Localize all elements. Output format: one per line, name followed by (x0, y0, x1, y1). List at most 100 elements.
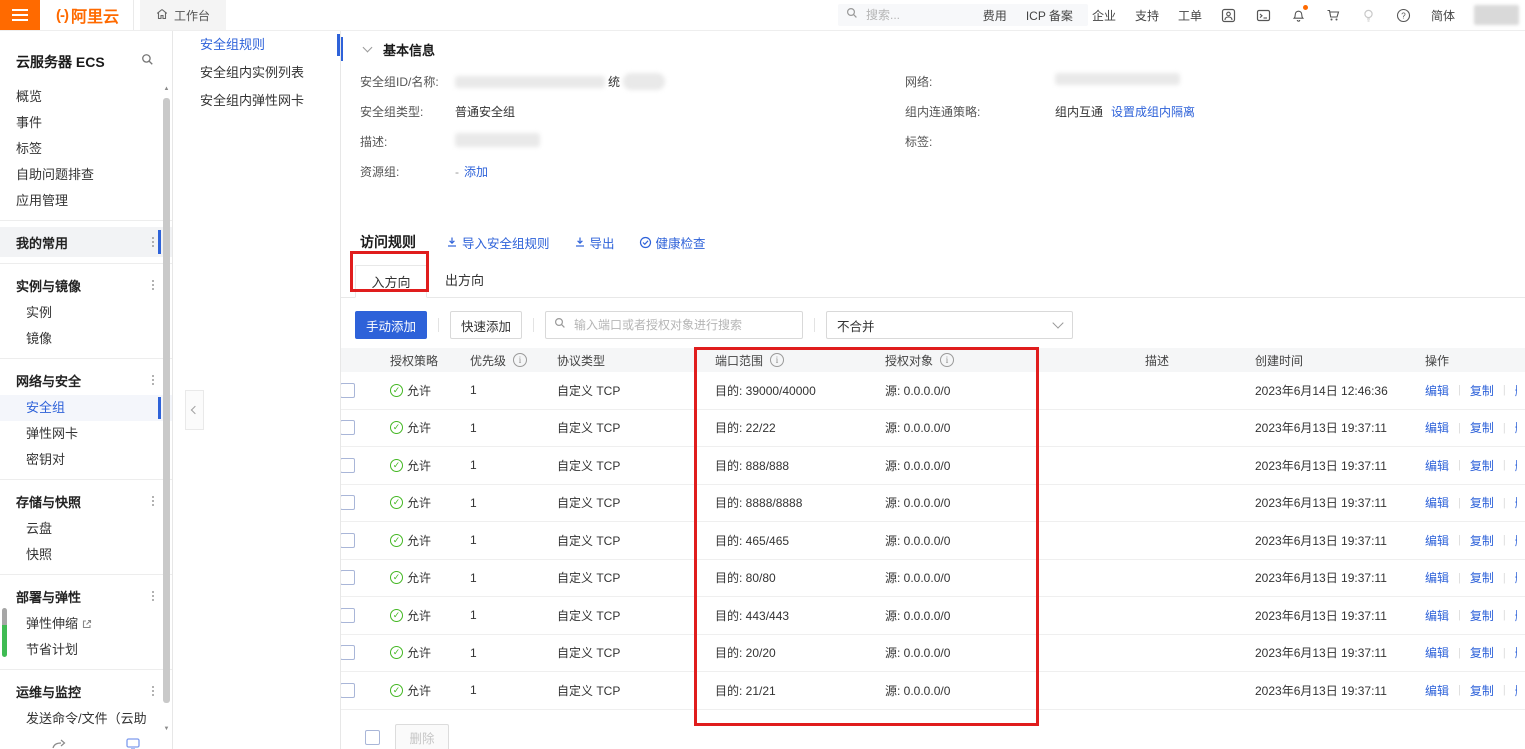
topbar-nav-item[interactable]: 支持 (1135, 7, 1159, 24)
tab-outbound[interactable]: 出方向 (445, 264, 484, 297)
row-action-复制[interactable]: 复制 (1470, 382, 1494, 399)
scroll-up-icon[interactable]: ▲ (162, 85, 171, 93)
monitor-icon[interactable] (126, 737, 140, 749)
sidebar-section-网络与安全[interactable]: 网络与安全 (0, 365, 172, 395)
more-options-icon[interactable] (152, 284, 154, 286)
row-checkbox[interactable] (340, 383, 355, 398)
sidebar-item-实例[interactable]: 实例 (0, 300, 172, 326)
merge-mode-select[interactable]: 不合并 (826, 311, 1073, 339)
language-switch[interactable]: 简体 (1431, 7, 1455, 24)
sidebar-section-实例与镜像[interactable]: 实例与镜像 (0, 270, 172, 300)
row-action-删除[interactable]: 删除 (1515, 382, 1517, 399)
row-action-编辑[interactable]: 编辑 (1425, 382, 1449, 399)
row-checkbox[interactable] (340, 683, 355, 698)
row-action-删除[interactable]: 删除 (1515, 419, 1517, 436)
export-rules-link[interactable]: 导出 (574, 233, 615, 252)
row-action-删除[interactable]: 删除 (1515, 682, 1517, 699)
batch-delete-button[interactable]: 删除 (395, 724, 449, 749)
row-action-复制[interactable]: 复制 (1470, 682, 1494, 699)
terminal-icon[interactable] (1256, 7, 1272, 23)
subnav-item-安全组内实例列表[interactable]: 安全组内实例列表 (172, 60, 340, 86)
manual-add-button[interactable]: 手动添加 (355, 311, 427, 339)
row-action-编辑[interactable]: 编辑 (1425, 569, 1449, 586)
subnav-item-安全组内弹性网卡[interactable]: 安全组内弹性网卡 (172, 88, 340, 114)
topbar-nav-item[interactable]: 费用 (983, 7, 1007, 24)
topbar-nav-item[interactable]: ICP 备案 (1026, 7, 1073, 24)
add-resource-group-link[interactable]: 添加 (464, 163, 488, 180)
row-action-复制[interactable]: 复制 (1470, 569, 1494, 586)
row-action-编辑[interactable]: 编辑 (1425, 532, 1449, 549)
sidebar-item-发送命令/文件（云助手）[interactable]: 发送命令/文件（云助手） (0, 706, 172, 734)
sidebar-item-弹性网卡[interactable]: 弹性网卡 (0, 421, 172, 447)
sidebar-item-快照[interactable]: 快照 (0, 542, 172, 568)
sidebar-scrollbar[interactable]: ▲ ▼ (162, 85, 171, 733)
sidebar-item-应用管理[interactable]: 应用管理 (0, 188, 172, 214)
set-isolation-link[interactable]: 设置成组内隔离 (1111, 103, 1195, 120)
row-action-复制[interactable]: 复制 (1470, 419, 1494, 436)
sidebar-collapse-handle[interactable] (185, 390, 204, 430)
row-action-编辑[interactable]: 编辑 (1425, 644, 1449, 661)
sidebar-section-存储与快照[interactable]: 存储与快照 (0, 486, 172, 516)
row-checkbox[interactable] (340, 533, 355, 548)
select-all-checkbox[interactable] (365, 730, 380, 745)
info-icon[interactable]: i (513, 353, 527, 367)
sidebar-item-概览[interactable]: 概览 (0, 84, 172, 110)
rule-search-input[interactable] (572, 317, 794, 333)
row-action-编辑[interactable]: 编辑 (1425, 457, 1449, 474)
row-checkbox[interactable] (340, 608, 355, 623)
cart-icon[interactable] (1326, 7, 1342, 23)
row-action-编辑[interactable]: 编辑 (1425, 607, 1449, 624)
info-icon[interactable]: i (940, 353, 954, 367)
topbar-nav-item[interactable]: 企业 (1092, 7, 1116, 24)
row-action-删除[interactable]: 删除 (1515, 644, 1517, 661)
row-action-复制[interactable]: 复制 (1470, 644, 1494, 661)
help-icon[interactable]: ? (1396, 7, 1412, 23)
share-arrow-icon[interactable] (52, 737, 66, 749)
sidebar-section-部署与弹性[interactable]: 部署与弹性 (0, 581, 172, 611)
scrollbar-thumb[interactable] (163, 98, 170, 703)
row-checkbox[interactable] (340, 495, 355, 510)
tab-inbound[interactable]: 入方向 (355, 265, 427, 298)
collapse-section-icon[interactable] (363, 43, 373, 53)
row-action-删除[interactable]: 删除 (1515, 457, 1517, 474)
sidebar-item-弹性伸缩[interactable]: 弹性伸缩 (0, 611, 172, 637)
sidebar-item-云盘[interactable]: 云盘 (0, 516, 172, 542)
more-options-icon[interactable] (152, 690, 154, 692)
notification-bell-icon[interactable] (1291, 7, 1307, 23)
sidebar-item-节省计划[interactable]: 节省计划 (0, 637, 172, 663)
import-rules-link[interactable]: 导入安全组规则 (446, 233, 550, 252)
row-checkbox[interactable] (340, 458, 355, 473)
quick-add-button[interactable]: 快速添加 (450, 311, 522, 339)
more-options-icon[interactable] (152, 241, 154, 243)
row-action-复制[interactable]: 复制 (1470, 607, 1494, 624)
more-options-icon[interactable] (152, 379, 154, 381)
sidebar-item-事件[interactable]: 事件 (0, 110, 172, 136)
sidebar-section-我的常用[interactable]: 我的常用 (0, 227, 172, 257)
scroll-down-icon[interactable]: ▼ (162, 725, 171, 733)
row-checkbox[interactable] (340, 420, 355, 435)
sidebar-item-自助问题排查[interactable]: 自助问题排查 (0, 162, 172, 188)
row-checkbox[interactable] (340, 645, 355, 660)
row-action-删除[interactable]: 删除 (1515, 532, 1517, 549)
lightbulb-icon[interactable] (1361, 7, 1377, 23)
sidebar-item-标签[interactable]: 标签 (0, 136, 172, 162)
row-action-复制[interactable]: 复制 (1470, 457, 1494, 474)
workbench-button[interactable]: 工作台 (140, 0, 226, 30)
info-icon[interactable]: i (770, 353, 784, 367)
row-action-编辑[interactable]: 编辑 (1425, 419, 1449, 436)
sidebar-item-镜像[interactable]: 镜像 (0, 326, 172, 352)
row-action-复制[interactable]: 复制 (1470, 494, 1494, 511)
more-options-icon[interactable] (152, 500, 154, 502)
sidebar-section-运维与监控[interactable]: 运维与监控 (0, 676, 172, 706)
alibaba-cloud-logo[interactable]: (-) 阿里云 (56, 3, 119, 27)
sidebar-search-icon[interactable] (141, 53, 154, 71)
avatar[interactable] (1474, 5, 1519, 25)
row-action-复制[interactable]: 复制 (1470, 532, 1494, 549)
health-check-link[interactable]: 健康检查 (639, 233, 706, 252)
row-action-编辑[interactable]: 编辑 (1425, 494, 1449, 511)
topbar-nav-item[interactable]: 工单 (1178, 7, 1202, 24)
apps-icon[interactable] (1221, 7, 1237, 23)
row-action-编辑[interactable]: 编辑 (1425, 682, 1449, 699)
row-checkbox[interactable] (340, 570, 355, 585)
sidebar-item-密钥对[interactable]: 密钥对 (0, 447, 172, 473)
